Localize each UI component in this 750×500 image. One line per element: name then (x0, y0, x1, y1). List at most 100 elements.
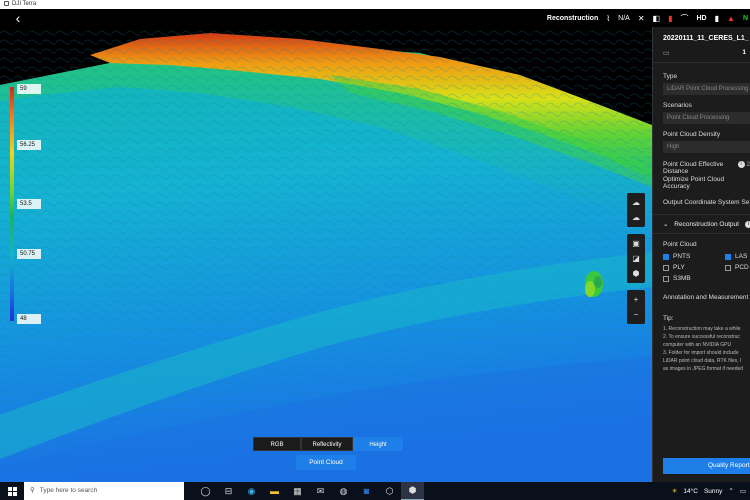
chevron-left-icon: ‹ (15, 10, 21, 26)
tip-line: as images in JPEG format if needed (663, 366, 744, 372)
taskbar-apps: ◯ ⊟ ◉ ▬ ▦ ✉ ◍ ◙ ⬡ ⬢ (194, 482, 424, 500)
tip-line: 1. Reconstruction may take a while (663, 326, 741, 332)
cloud-sync-button[interactable]: ☁ (627, 210, 645, 225)
quality-report-button[interactable]: Quality Report (663, 458, 750, 474)
signal-value: N/A (618, 14, 630, 22)
file-explorer-icon[interactable]: ▬ (263, 482, 286, 500)
effective-distance-label-2: Distance (663, 168, 689, 175)
tip-line: 2. To ensure successful reconstruc (663, 334, 740, 340)
tip-text: 1. Reconstruction may take a while 2. To… (663, 325, 750, 373)
back-button[interactable]: ‹ (10, 10, 26, 26)
reconstruction-output-section[interactable]: ⌄ Reconstruction Output i (653, 214, 750, 234)
format-checkboxes: PNTS LAS PLY PCD S3MB (663, 253, 750, 282)
tip-title: Tip: (663, 315, 674, 322)
checkbox-icon (663, 253, 669, 260)
scenarios-label: Scenarios (663, 102, 692, 109)
reconstruction-panel: 20220111_11_CERES_L1_ ▭ 1 Type LiDAR Poi… (652, 27, 750, 482)
cloud-sync-icon: ☁ (632, 213, 640, 222)
tray-app-icon[interactable]: ▭ (740, 487, 746, 495)
checkbox-pnts[interactable]: PNTS (663, 253, 725, 260)
checkbox-icon (725, 264, 731, 271)
checkbox-s3mb[interactable]: S3MB (663, 275, 725, 282)
optimize-accuracy-row[interactable]: Optimize Point Cloud Accuracy (663, 176, 750, 190)
annotation-label[interactable]: Annotation and Measurement (663, 294, 750, 301)
chevron-up-icon[interactable]: ⌃ (728, 487, 733, 495)
checkbox-icon (725, 253, 731, 260)
weather-icon: ☀ (671, 488, 678, 495)
edge-browser-icon[interactable]: ◉ (240, 482, 263, 500)
density-label: Point Cloud Density (663, 131, 721, 138)
point-cloud-render (0, 27, 652, 482)
cube-side-icon: ◪ (632, 254, 640, 263)
density-field[interactable]: High (663, 141, 750, 153)
widgets-icon[interactable]: ⊟ (217, 482, 240, 500)
side-view-button[interactable]: ◪ (627, 251, 645, 266)
app-icon[interactable]: ◍ (332, 482, 355, 500)
format-label: PNTS (673, 253, 691, 260)
tab-rgb[interactable]: RGB (253, 437, 301, 451)
zoom-tools: + − (627, 290, 645, 324)
type-field[interactable]: LiDAR Point Cloud Processing (663, 83, 750, 95)
checkbox-icon (663, 275, 669, 282)
weather-text[interactable]: Sunny (704, 488, 722, 495)
point-cloud-label: Point Cloud (663, 241, 697, 248)
search-icon: ⚲ (30, 487, 35, 494)
reconstruction-output-label: Reconstruction Output (674, 221, 739, 228)
point-cloud-button[interactable]: Point Cloud (296, 455, 356, 470)
info-icon[interactable]: i (744, 220, 750, 228)
output-coordinate-label[interactable]: Output Coordinate System Se (663, 199, 750, 206)
tip-line: computer with an NVIDIA GPU (663, 342, 732, 348)
scenarios-field[interactable]: Point Cloud Processing (663, 112, 750, 124)
checkbox-pcd[interactable]: PCD (725, 264, 750, 271)
zoom-in-button[interactable]: + (627, 292, 645, 307)
format-label: S3MB (673, 275, 691, 282)
dji-terra-icon[interactable]: ⬢ (401, 482, 424, 500)
optimize-label-2: Accuracy (663, 183, 690, 190)
task-view-icon[interactable]: ◯ (194, 482, 217, 500)
view-toolbar: ☁ ☁ ▣ ◪ ⬢ + − (627, 193, 645, 331)
type-label: Type (663, 73, 678, 80)
legend-tick: 48 (17, 314, 41, 324)
mission-count: 1 (742, 49, 746, 56)
tab-height[interactable]: Height (353, 437, 403, 451)
legend-tick: 50.75 (17, 249, 41, 259)
zoom-out-button[interactable]: − (627, 307, 645, 322)
window-title: DJI Terra (12, 1, 37, 7)
effective-distance-value[interactable]: 2 (746, 161, 750, 168)
taskbar-search[interactable]: ⚲ Type here to search (24, 482, 184, 500)
display-mode-tabs: RGB Reflectivity Height (253, 437, 403, 451)
format-label: PCD (735, 264, 749, 271)
mission-title: 20220111_11_CERES_L1_ (663, 35, 749, 42)
top-view-button[interactable]: ▣ (627, 236, 645, 251)
satellite-icon: ✕ (637, 13, 645, 23)
tip-line: 3. Folder for import should include (663, 350, 739, 356)
signal-icon: ⌇ (606, 13, 611, 23)
view-tools: ▣ ◪ ⬢ (627, 234, 645, 283)
mail-icon[interactable]: ✉ (309, 482, 332, 500)
folder-icon[interactable]: ▭ (663, 49, 670, 57)
info-icon[interactable]: i (737, 161, 745, 168)
app-logo-icon (4, 0, 9, 6)
store-icon[interactable]: ▦ (286, 482, 309, 500)
legend-color-bar (10, 87, 14, 321)
cloud-upload-button[interactable]: ☁ (627, 195, 645, 210)
legend-tick: 59 (17, 84, 41, 94)
windows-taskbar: ⚲ Type here to search ◯ ⊟ ◉ ▬ ▦ ✉ ◍ ◙ ⬡ … (0, 482, 750, 500)
perspective-view-button[interactable]: ⬢ (627, 266, 645, 281)
checkbox-las[interactable]: LAS (725, 253, 750, 260)
checkbox-ply[interactable]: PLY (663, 264, 725, 271)
minus-icon: − (633, 310, 639, 319)
weather-temp[interactable]: 14°C (683, 488, 698, 495)
legend-tick: 53.5 (17, 199, 41, 209)
point-cloud-viewport[interactable] (0, 27, 652, 482)
outlook-icon[interactable]: ◙ (355, 482, 378, 500)
tab-reflectivity[interactable]: Reflectivity (301, 437, 353, 451)
sourcetree-icon[interactable]: ⬡ (378, 482, 401, 500)
optimize-label-1: Optimize Point Cloud (663, 176, 725, 183)
start-button[interactable] (0, 482, 24, 500)
cloud-upload-icon: ☁ (632, 198, 640, 207)
chevron-down-icon: ⌄ (663, 221, 669, 228)
alert-icon: ▲ (727, 13, 735, 23)
system-tray: ☀ 14°C Sunny ⌃ ▭ (672, 482, 750, 500)
n-label: N (742, 14, 748, 22)
